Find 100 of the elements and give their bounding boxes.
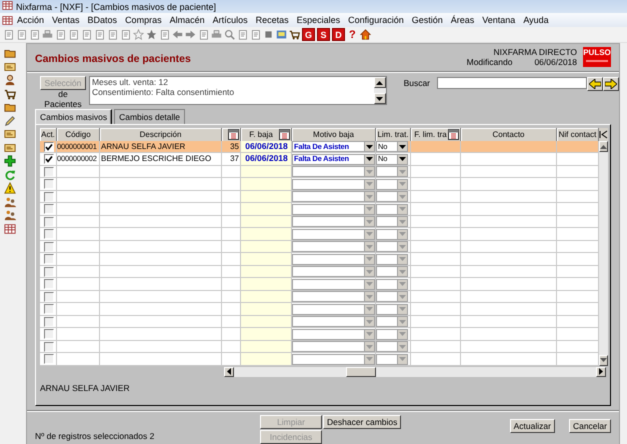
toolbar-button[interactable]: D <box>332 28 345 41</box>
dropdown[interactable] <box>376 178 408 190</box>
dropdown[interactable] <box>376 191 408 202</box>
menu-item[interactable]: BDatos <box>84 15 122 25</box>
caret-right-icon[interactable] <box>599 368 603 376</box>
menu-item[interactable]: Recetas <box>252 15 293 25</box>
dropdown[interactable] <box>376 278 408 290</box>
dropdown[interactable] <box>376 216 408 228</box>
pencil-icon[interactable] <box>4 114 16 126</box>
table-icon[interactable] <box>2 0 13 11</box>
checkbox[interactable] <box>44 204 54 214</box>
card-icon[interactable] <box>4 128 16 140</box>
checkbox[interactable] <box>44 292 54 302</box>
house-icon[interactable] <box>360 29 371 40</box>
checkbox[interactable] <box>44 179 54 190</box>
dropdown[interactable] <box>376 341 408 352</box>
menu-item[interactable]: Artículos <box>208 15 252 25</box>
people-icon[interactable] <box>4 209 16 221</box>
horizontal-scrollbar[interactable] <box>224 366 606 377</box>
search-icon[interactable] <box>224 29 235 40</box>
folder-icon[interactable] <box>4 47 16 59</box>
document-icon[interactable] <box>55 29 66 40</box>
star-icon[interactable] <box>133 29 144 40</box>
document-icon[interactable] <box>81 29 92 40</box>
square-icon[interactable] <box>263 29 274 40</box>
menu-item[interactable]: Especiales <box>292 15 344 25</box>
scroll-up-button[interactable] <box>374 77 386 88</box>
checkbox[interactable] <box>44 354 54 364</box>
people-icon[interactable] <box>4 196 16 208</box>
checkbox[interactable] <box>44 154 54 164</box>
checkbox[interactable] <box>44 142 54 152</box>
menu-item[interactable]: Almacén <box>166 15 209 25</box>
next-button[interactable] <box>603 77 619 92</box>
checkbox[interactable] <box>44 342 54 352</box>
criteria-box[interactable]: Meses ult. venta: 12 Consentimiento: Falta consentimiento <box>88 76 387 106</box>
folder-icon[interactable] <box>4 101 16 113</box>
document-icon[interactable] <box>3 29 14 40</box>
cart-icon[interactable] <box>4 88 16 100</box>
checkbox[interactable] <box>44 329 54 340</box>
previous-button[interactable] <box>587 77 604 92</box>
document-icon[interactable] <box>198 29 209 40</box>
back-arrow-icon[interactable] <box>172 29 183 40</box>
document-icon[interactable] <box>237 29 248 40</box>
menu-item[interactable]: Gestión <box>408 15 447 25</box>
person-icon[interactable] <box>4 74 16 86</box>
action-button[interactable]: Cancelar <box>568 419 611 433</box>
caret-down-icon[interactable] <box>366 144 373 149</box>
checkbox[interactable] <box>44 229 54 240</box>
document-icon[interactable] <box>107 29 118 40</box>
printer-icon[interactable] <box>42 29 53 40</box>
toolbar-button[interactable]: S <box>317 28 330 41</box>
dropdown[interactable] <box>376 254 408 265</box>
star-icon[interactable] <box>146 29 157 40</box>
checkbox[interactable] <box>44 166 54 177</box>
checkbox[interactable] <box>44 316 54 327</box>
document-icon[interactable] <box>94 29 105 40</box>
caret-down-icon[interactable] <box>399 157 406 162</box>
menu-item[interactable]: Ventana <box>478 15 520 25</box>
warning-icon[interactable] <box>4 182 16 194</box>
mail-icon[interactable] <box>276 29 287 40</box>
dropdown[interactable] <box>376 291 408 302</box>
document-icon[interactable] <box>68 29 79 40</box>
menu-item[interactable]: Áreas <box>446 15 478 25</box>
document-icon[interactable] <box>159 29 170 40</box>
checkbox[interactable] <box>44 254 54 264</box>
checkbox[interactable] <box>44 216 54 227</box>
calendar-icon[interactable] <box>448 129 459 140</box>
caret-down-icon[interactable] <box>366 157 373 162</box>
table-icon[interactable] <box>4 222 16 234</box>
printer-icon[interactable] <box>211 29 222 40</box>
checkbox[interactable] <box>44 192 54 202</box>
cart-icon[interactable] <box>289 29 300 40</box>
menu-item[interactable]: Ventas <box>48 15 84 25</box>
menu-item[interactable]: Ayuda <box>519 15 553 25</box>
vertical-scrollbar[interactable] <box>599 128 608 366</box>
forward-arrow-icon[interactable] <box>185 29 196 40</box>
menu-item[interactable]: Acción <box>13 15 48 25</box>
toolbar-button[interactable]: G <box>302 28 315 41</box>
menu-item[interactable]: Compras <box>121 15 166 25</box>
scroll-thumb[interactable] <box>346 366 376 377</box>
calendar-icon[interactable] <box>228 129 239 140</box>
caret-up-icon[interactable] <box>600 144 607 149</box>
checkbox[interactable] <box>44 266 54 277</box>
tab[interactable]: Cambios masivos <box>35 109 112 124</box>
dropdown[interactable] <box>376 241 408 252</box>
caret-left-icon[interactable] <box>227 368 231 376</box>
checkbox[interactable] <box>44 279 54 290</box>
dropdown[interactable] <box>376 166 408 178</box>
plus-icon[interactable] <box>4 155 16 167</box>
action-button[interactable]: Deshacer cambios <box>323 415 402 429</box>
dropdown[interactable] <box>376 266 408 278</box>
checkbox[interactable] <box>44 304 54 314</box>
menu-item[interactable]: Configuración <box>344 15 408 25</box>
card-icon[interactable] <box>4 142 16 154</box>
caret-down-icon[interactable] <box>399 144 406 149</box>
help-button[interactable]: ? <box>347 28 358 40</box>
calendar-icon[interactable] <box>279 129 290 140</box>
document-icon[interactable] <box>250 29 261 40</box>
card-icon[interactable] <box>4 60 16 72</box>
action-button[interactable]: Actualizar <box>510 419 555 433</box>
